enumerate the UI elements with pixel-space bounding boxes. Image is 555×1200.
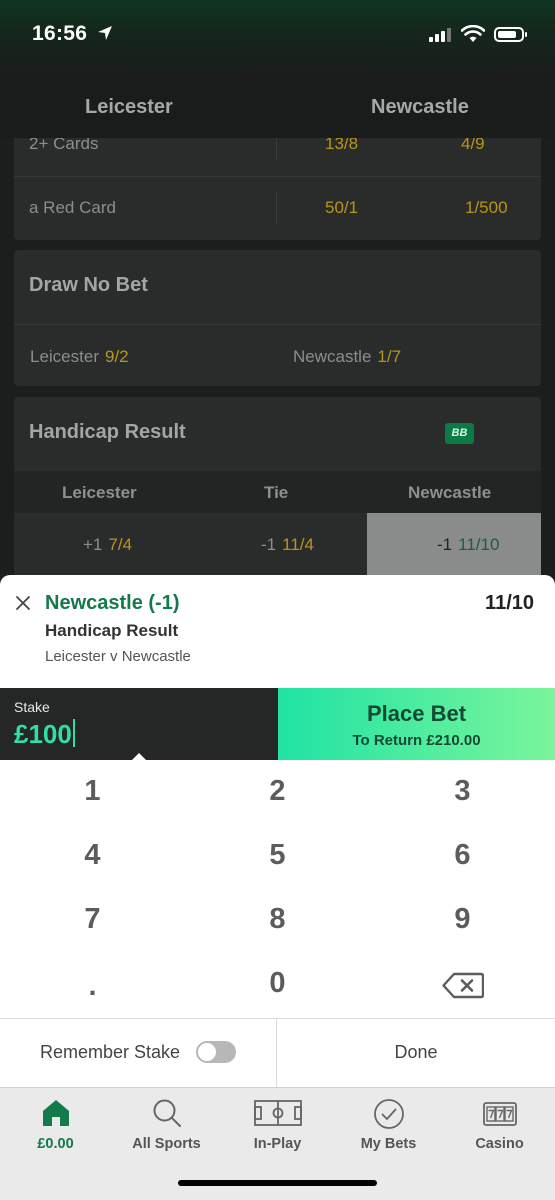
market-title[interactable]: Draw No Bet: [29, 274, 148, 297]
handicap-odds: 11/10: [458, 535, 500, 554]
pitch-icon: [253, 1100, 302, 1126]
market-title[interactable]: Handicap Result: [29, 421, 186, 444]
tab-label: £0.00: [37, 1136, 74, 1152]
key-7[interactable]: 7: [0, 888, 185, 952]
tab-home[interactable]: £0.00: [0, 1088, 111, 1168]
close-icon[interactable]: [14, 594, 32, 612]
dnb-away-selection[interactable]: Newcastle 1/7: [293, 347, 401, 367]
markets-list: 2+ Cards 13/8 4/9 a Red Card 50/1 1/500 …: [0, 138, 555, 575]
remember-stake-toggle[interactable]: [196, 1041, 236, 1063]
key-9[interactable]: 9: [370, 888, 555, 952]
toggle-knob: [198, 1043, 216, 1061]
numeric-keypad: 1 2 3 4 5 6 7 8 9 . 0: [0, 760, 555, 1018]
handicap-selection-tie[interactable]: -1 11/4: [261, 513, 314, 575]
done-button[interactable]: Done: [277, 1019, 555, 1087]
row-label: 2+ Cards: [29, 138, 99, 153]
location-arrow-icon: [98, 26, 112, 40]
tab-in-play[interactable]: In-Play: [222, 1088, 333, 1168]
wifi-icon: [461, 25, 485, 42]
draw-no-bet-card: Draw No Bet Leicester 9/2 Newcastle 1/7: [14, 250, 541, 386]
key-2[interactable]: 2: [185, 760, 370, 824]
home-indicator: [178, 1180, 377, 1186]
tab-label: In-Play: [253, 1136, 302, 1152]
key-3[interactable]: 3: [370, 760, 555, 824]
key-6[interactable]: 6: [370, 824, 555, 888]
status-time: 16:56: [32, 22, 88, 45]
text-caret: [72, 719, 75, 747]
key-decimal[interactable]: .: [0, 952, 185, 1016]
row-label: a Red Card: [29, 198, 116, 217]
tab-label: Casino: [475, 1136, 524, 1152]
market-row: 2+ Cards 13/8 4/9: [14, 138, 541, 176]
away-team-name: Newcastle: [371, 96, 469, 118]
key-5[interactable]: 5: [185, 824, 370, 888]
remember-stake-label: Remember Stake: [40, 1042, 181, 1062]
column-header: Leicester: [62, 483, 137, 502]
handicap-header-row: Leicester Tie Newcastle: [14, 471, 541, 513]
tab-label: My Bets: [360, 1136, 417, 1152]
dnb-home-selection[interactable]: Leicester 9/2: [30, 347, 129, 367]
place-bet-button[interactable]: Place Bet To Return £210.00: [278, 688, 555, 760]
bet-event-name: Leicester v Newcastle: [45, 648, 191, 665]
stake-label: Stake: [14, 699, 50, 715]
handicap-result-card: Handicap Result BB Leicester Tie Newcast…: [14, 397, 541, 575]
tab-my-bets[interactable]: My Bets: [333, 1088, 444, 1168]
backspace-icon: [441, 972, 484, 999]
handicap-odds: 11/4: [282, 535, 314, 554]
handicap-line: +1: [83, 535, 103, 554]
key-1[interactable]: 1: [0, 760, 185, 824]
battery-icon: [494, 27, 527, 42]
cellular-signal-icon: [429, 28, 451, 42]
column-header: Tie: [264, 483, 289, 502]
handicap-selection-away-selected[interactable]: -1 11/10: [367, 513, 541, 575]
tab-label: All Sports: [132, 1136, 201, 1152]
key-4[interactable]: 4: [0, 824, 185, 888]
market-row: a Red Card 50/1 1/500: [14, 176, 541, 240]
bet-selection-name: Newcastle (-1): [45, 592, 180, 614]
stake-value: £100: [14, 719, 72, 749]
handicap-line: -1: [261, 535, 277, 554]
selection-odds: 1/7: [377, 347, 402, 366]
divider: [276, 191, 277, 225]
search-icon: [153, 1099, 181, 1127]
tab-all-sports[interactable]: All Sports: [111, 1088, 222, 1168]
odds-button[interactable]: 1/500: [465, 198, 508, 218]
handicap-line: -1: [437, 535, 453, 554]
keypad-footer: Remember Stake Done: [0, 1018, 555, 1087]
to-return-text: To Return £210.00: [352, 732, 481, 749]
place-bet-label: Place Bet: [366, 701, 467, 726]
column-header: Newcastle: [408, 483, 492, 502]
key-backspace[interactable]: [370, 952, 555, 1016]
divider: [14, 324, 541, 325]
status-bar: 16:56: [0, 0, 555, 76]
selection-odds: 9/2: [104, 347, 129, 366]
divider: [276, 138, 277, 161]
handicap-selection-home[interactable]: +1 7/4: [83, 513, 132, 575]
odds-button[interactable]: 13/8: [325, 138, 358, 154]
check-circle-icon: [373, 1099, 404, 1129]
remember-stake-toggle-row[interactable]: Remember Stake: [0, 1019, 276, 1087]
odds-button[interactable]: 50/1: [325, 198, 358, 218]
selection-label: Newcastle: [293, 347, 372, 366]
home-icon: [42, 1100, 69, 1126]
bet-builder-badge: BB: [445, 423, 474, 444]
key-0[interactable]: 0: [185, 952, 370, 1016]
bet-slip: Newcastle (-1) 11/10 Handicap Result Lei…: [0, 575, 555, 688]
stake-input[interactable]: Stake £100: [0, 688, 278, 761]
home-team-name: Leicester: [85, 96, 173, 118]
cards-market-card: 2+ Cards 13/8 4/9 a Red Card 50/1 1/500: [14, 138, 541, 240]
match-header: Leicester Newcastle: [0, 76, 555, 138]
tab-casino[interactable]: Casino: [444, 1088, 555, 1168]
key-8[interactable]: 8: [185, 888, 370, 952]
bet-market-name: Handicap Result: [45, 621, 179, 640]
bet-price: 11/10: [485, 592, 534, 614]
handicap-odds: 7/4: [108, 535, 133, 554]
selection-label: Leicester: [30, 347, 99, 366]
slot-machine-icon: [482, 1102, 517, 1126]
odds-button[interactable]: 4/9: [461, 138, 485, 154]
